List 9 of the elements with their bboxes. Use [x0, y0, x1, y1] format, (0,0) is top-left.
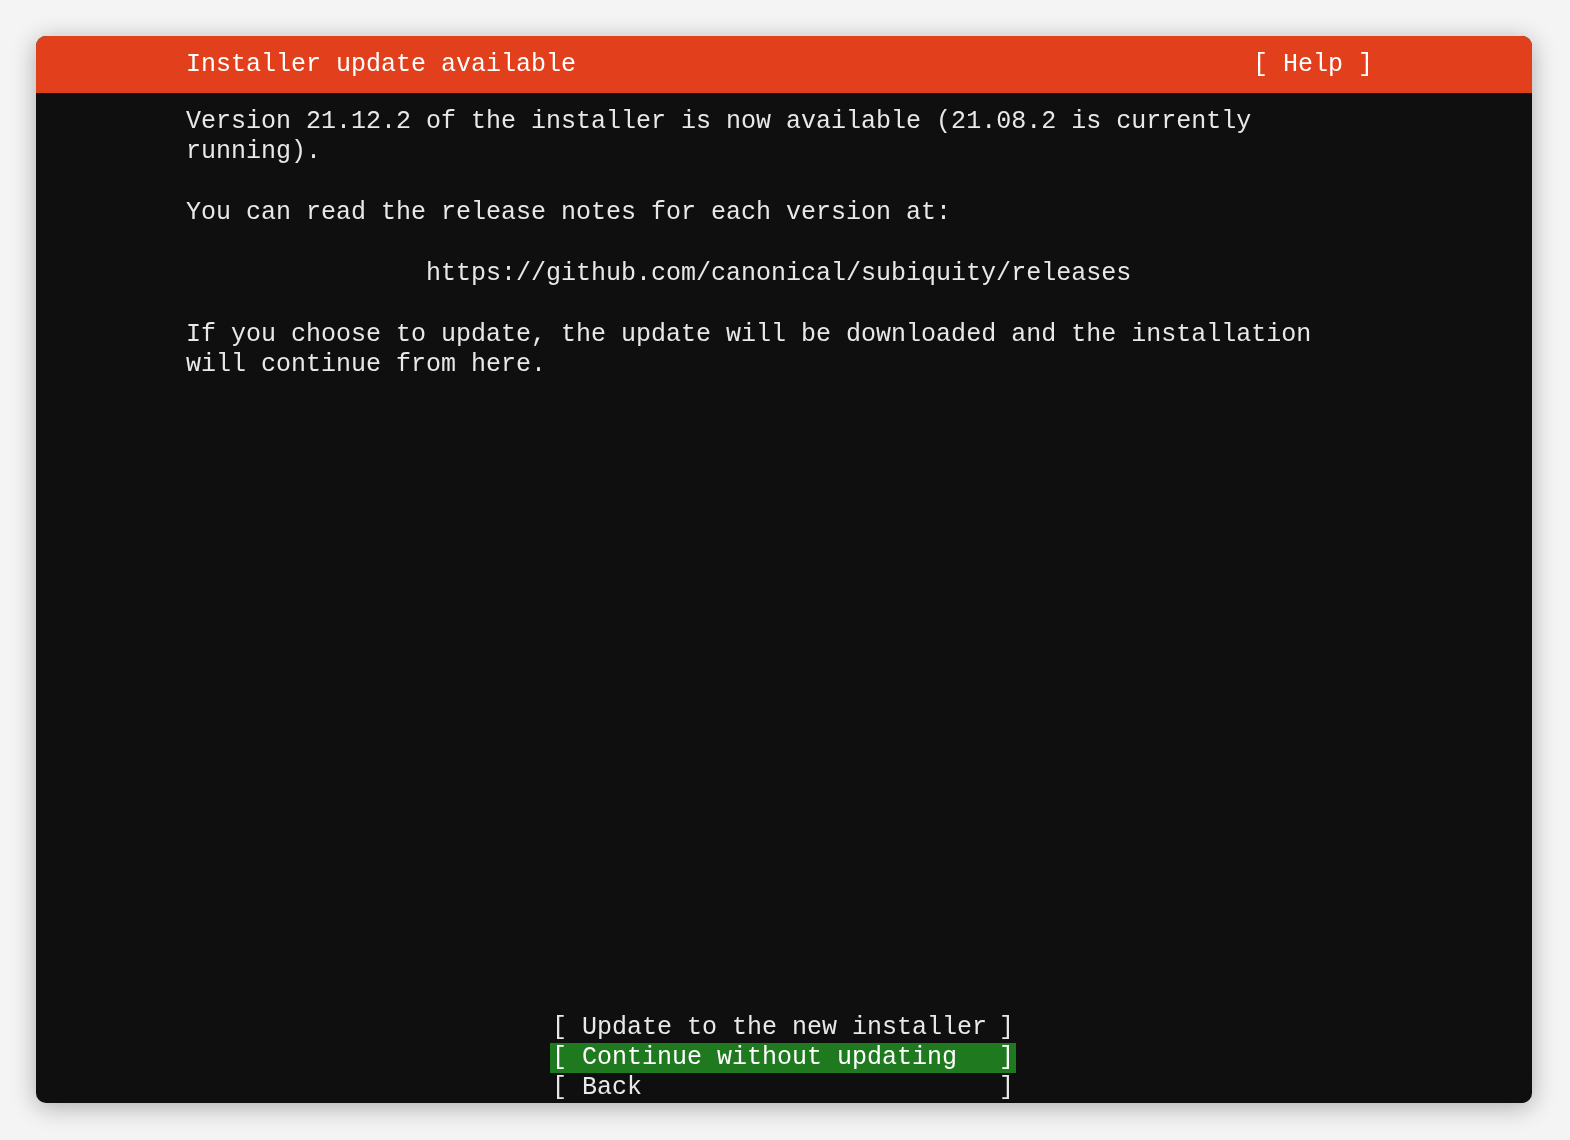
menu-button[interactable]: [ Back ]: [550, 1073, 1016, 1103]
screen-title: Installer update available: [186, 50, 577, 79]
message-paragraph: If you choose to update, the update will be downloaded and the installation will continue from here.: [186, 320, 1313, 380]
menu-button[interactable]: [ Update to the new installer ]: [550, 1013, 1016, 1043]
release-notes-url[interactable]: https://github.com/canonical/subiquity/releases: [426, 259, 1132, 288]
menu-button[interactable]: [ Continue without updating ]: [550, 1043, 1016, 1073]
message-paragraph: You can read the release notes for each version at:: [186, 198, 953, 228]
help-link[interactable]: [ Help ]: [1252, 50, 1373, 79]
message-paragraph: Version 21.12.2 of the installer is now available (21.08.2 is currently running).: [186, 107, 1253, 167]
